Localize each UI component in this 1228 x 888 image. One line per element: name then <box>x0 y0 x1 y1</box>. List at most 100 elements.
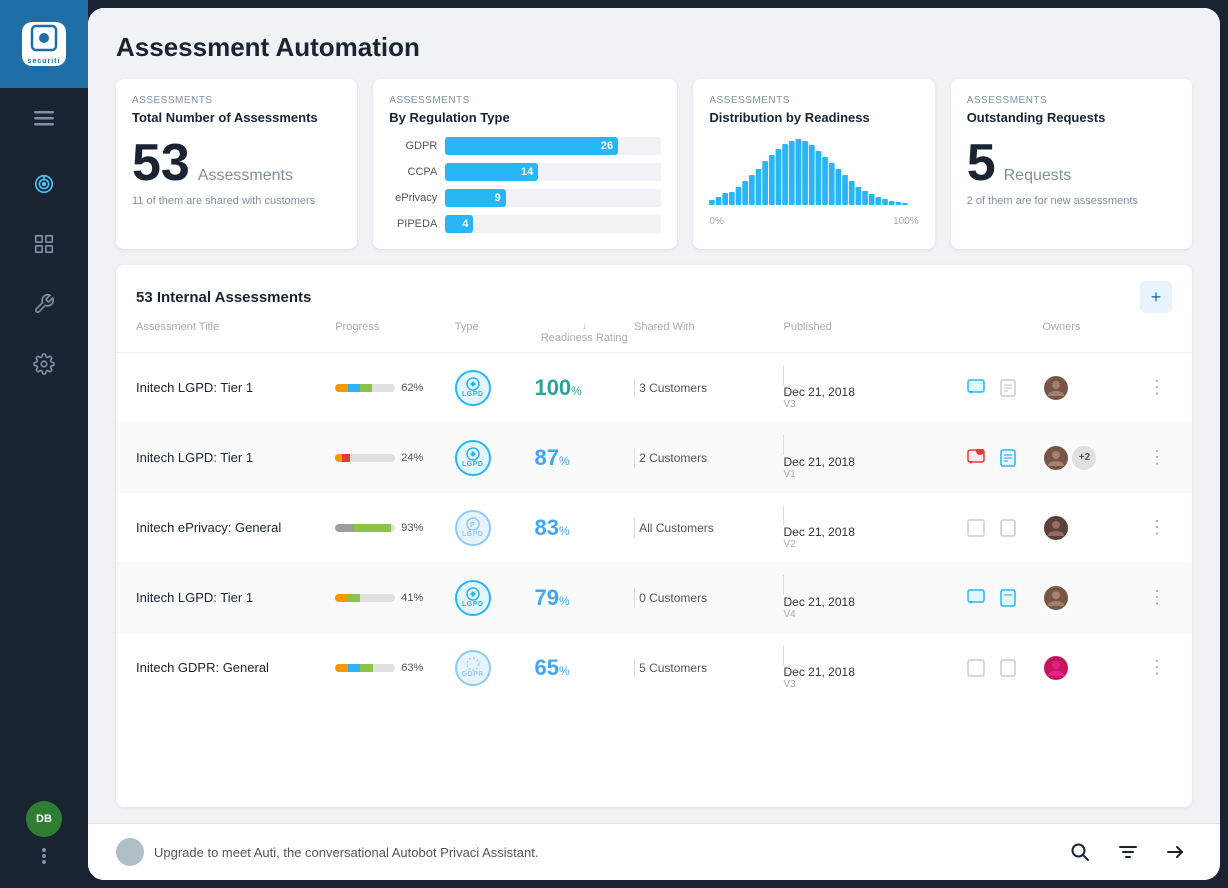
type-badge-2[interactable]: LGPD <box>455 440 491 476</box>
published-4: Dec 21, 2018 V4 <box>783 575 962 620</box>
row-title-2: Initech LGPD: Tier 1 <box>136 450 335 465</box>
shared-4: 0 Customers <box>634 588 783 608</box>
actions-1 <box>963 375 1043 401</box>
main-content: Assessment Automation Assessments Total … <box>88 8 1220 880</box>
page-title: Assessment Automation <box>116 32 1192 63</box>
stat-card-total: Assessments Total Number of Assessments … <box>116 79 357 249</box>
table-row: Initech ePrivacy: General 93% P LGPD 83 … <box>116 493 1192 563</box>
stat-label-outstanding: Assessments <box>967 95 1176 106</box>
col-assessment-title: Assessment Title <box>136 321 335 344</box>
file-icon-3[interactable] <box>995 515 1021 541</box>
logo-icon <box>30 24 58 57</box>
row-title-3: Initech ePrivacy: General <box>136 520 335 535</box>
more-button-1[interactable]: ⋮ <box>1142 377 1172 398</box>
user-avatar[interactable]: DB <box>26 801 62 837</box>
table-row: Initech LGPD: Tier 1 62% LGPD 100 % <box>116 353 1192 423</box>
stat-card-distribution: Assessments Distribution by Readiness <box>693 79 934 249</box>
bar-row-ccpa: CCPA 14 <box>389 163 661 181</box>
col-shared: Shared With <box>634 321 783 344</box>
sidebar: securiti DB <box>0 0 88 888</box>
outstanding-number: 5 <box>967 137 996 189</box>
readiness-3: 83 % <box>534 515 634 541</box>
message-icon-2[interactable] <box>963 445 989 471</box>
type-badge-1[interactable]: LGPD <box>455 370 491 406</box>
top-bar: Assessment Automation <box>88 8 1220 79</box>
published-2: Dec 21, 2018 V1 <box>783 435 962 480</box>
col-progress: Progress <box>335 321 455 344</box>
shared-3: All Customers <box>634 518 783 538</box>
add-assessment-button[interactable]: + <box>1140 281 1172 313</box>
regulation-bar-chart: GDPR 26 CCPA 14 ePrivacy 9 PIPEDA 4 <box>389 137 661 233</box>
table-row: Initech LGPD: Tier 1 41% LGPD 79 % <box>116 563 1192 633</box>
table-title: 53 Internal Assessments <box>136 289 311 306</box>
row-title-5: Initech GDPR: General <box>136 660 335 675</box>
col-readiness: ↓ Readiness Rating <box>534 321 634 344</box>
owner-avatar-5 <box>1042 654 1070 682</box>
type-badge-3[interactable]: P LGPD <box>455 510 491 546</box>
logo-area: securiti <box>0 0 88 88</box>
sidebar-item-wrench[interactable] <box>0 276 88 332</box>
chat-text: Upgrade to meet Auti, the conversational… <box>154 845 538 860</box>
more-button-4[interactable]: ⋮ <box>1142 587 1172 608</box>
shared-1: 3 Customers <box>634 378 783 398</box>
bar-row-pipeda: PIPEDA 4 <box>389 215 661 233</box>
actions-3 <box>963 515 1043 541</box>
total-sub: 11 of them are shared with customers <box>132 195 341 207</box>
hamburger-menu[interactable] <box>0 96 88 140</box>
check-icon-5[interactable] <box>963 655 989 681</box>
sidebar-item-gear[interactable] <box>0 336 88 392</box>
chat-avatar <box>116 838 144 866</box>
type-badge-5[interactable]: GDPR <box>455 650 491 686</box>
published-1: Dec 21, 2018 V3 <box>783 365 962 410</box>
actions-5 <box>963 655 1043 681</box>
more-options-icon[interactable] <box>33 845 55 872</box>
message-icon-1[interactable] <box>963 375 989 401</box>
owner-avatar-4 <box>1042 584 1070 612</box>
table-row: Initech LGPD: Tier 1 24% LGPD 87 % <box>116 423 1192 493</box>
file-icon-1[interactable] <box>995 375 1021 401</box>
col-more <box>1142 321 1172 344</box>
published-3: Dec 21, 2018 V2 <box>783 505 962 550</box>
table-columns: Assessment Title Progress Type ↓ Readine… <box>116 313 1192 353</box>
sidebar-item-grid[interactable] <box>0 216 88 272</box>
owners-3 <box>1042 514 1142 542</box>
owners-5 <box>1042 654 1142 682</box>
actions-2 <box>963 445 1043 471</box>
total-unit: Assessments <box>198 167 293 185</box>
file-icon-2[interactable] <box>995 445 1021 471</box>
check-icon-3[interactable] <box>963 515 989 541</box>
more-button-2[interactable]: ⋮ <box>1142 447 1172 468</box>
col-owners: Owners <box>1042 321 1142 344</box>
type-badge-4[interactable]: LGPD <box>455 580 491 616</box>
readiness-4: 79 % <box>534 585 634 611</box>
sidebar-nav <box>0 156 88 801</box>
sidebar-item-radar[interactable] <box>0 156 88 212</box>
progress-5: 63% <box>335 662 455 674</box>
table-header: 53 Internal Assessments + <box>116 265 1192 313</box>
more-button-3[interactable]: ⋮ <box>1142 517 1172 538</box>
owner-avatar-1 <box>1042 374 1070 402</box>
filter-icon[interactable] <box>1112 836 1144 868</box>
owners-1 <box>1042 374 1142 402</box>
file-icon-4[interactable] <box>995 585 1021 611</box>
col-type: Type <box>455 321 535 344</box>
readiness-1: 100 % <box>534 375 634 401</box>
owner-avatar-3 <box>1042 514 1070 542</box>
sidebar-bottom: DB <box>26 801 62 888</box>
more-button-5[interactable]: ⋮ <box>1142 657 1172 678</box>
row-title-4: Initech LGPD: Tier 1 <box>136 590 335 605</box>
message-icon-4[interactable] <box>963 585 989 611</box>
search-icon[interactable] <box>1064 836 1096 868</box>
chat-bubble: Upgrade to meet Auti, the conversational… <box>116 838 538 866</box>
stat-label-total: Assessments <box>132 95 341 106</box>
progress-1: 62% <box>335 382 455 394</box>
extra-owners-2: +2 <box>1072 446 1096 470</box>
arrow-right-icon[interactable] <box>1160 836 1192 868</box>
axis-start: 0% <box>709 216 723 227</box>
stat-label-dist: Assessments <box>709 95 918 106</box>
stats-row: Assessments Total Number of Assessments … <box>88 79 1220 265</box>
bottom-icons <box>1064 836 1192 868</box>
svg-text:P: P <box>470 522 475 529</box>
file-icon-5[interactable] <box>995 655 1021 681</box>
assessments-table: 53 Internal Assessments + Assessment Tit… <box>116 265 1192 807</box>
